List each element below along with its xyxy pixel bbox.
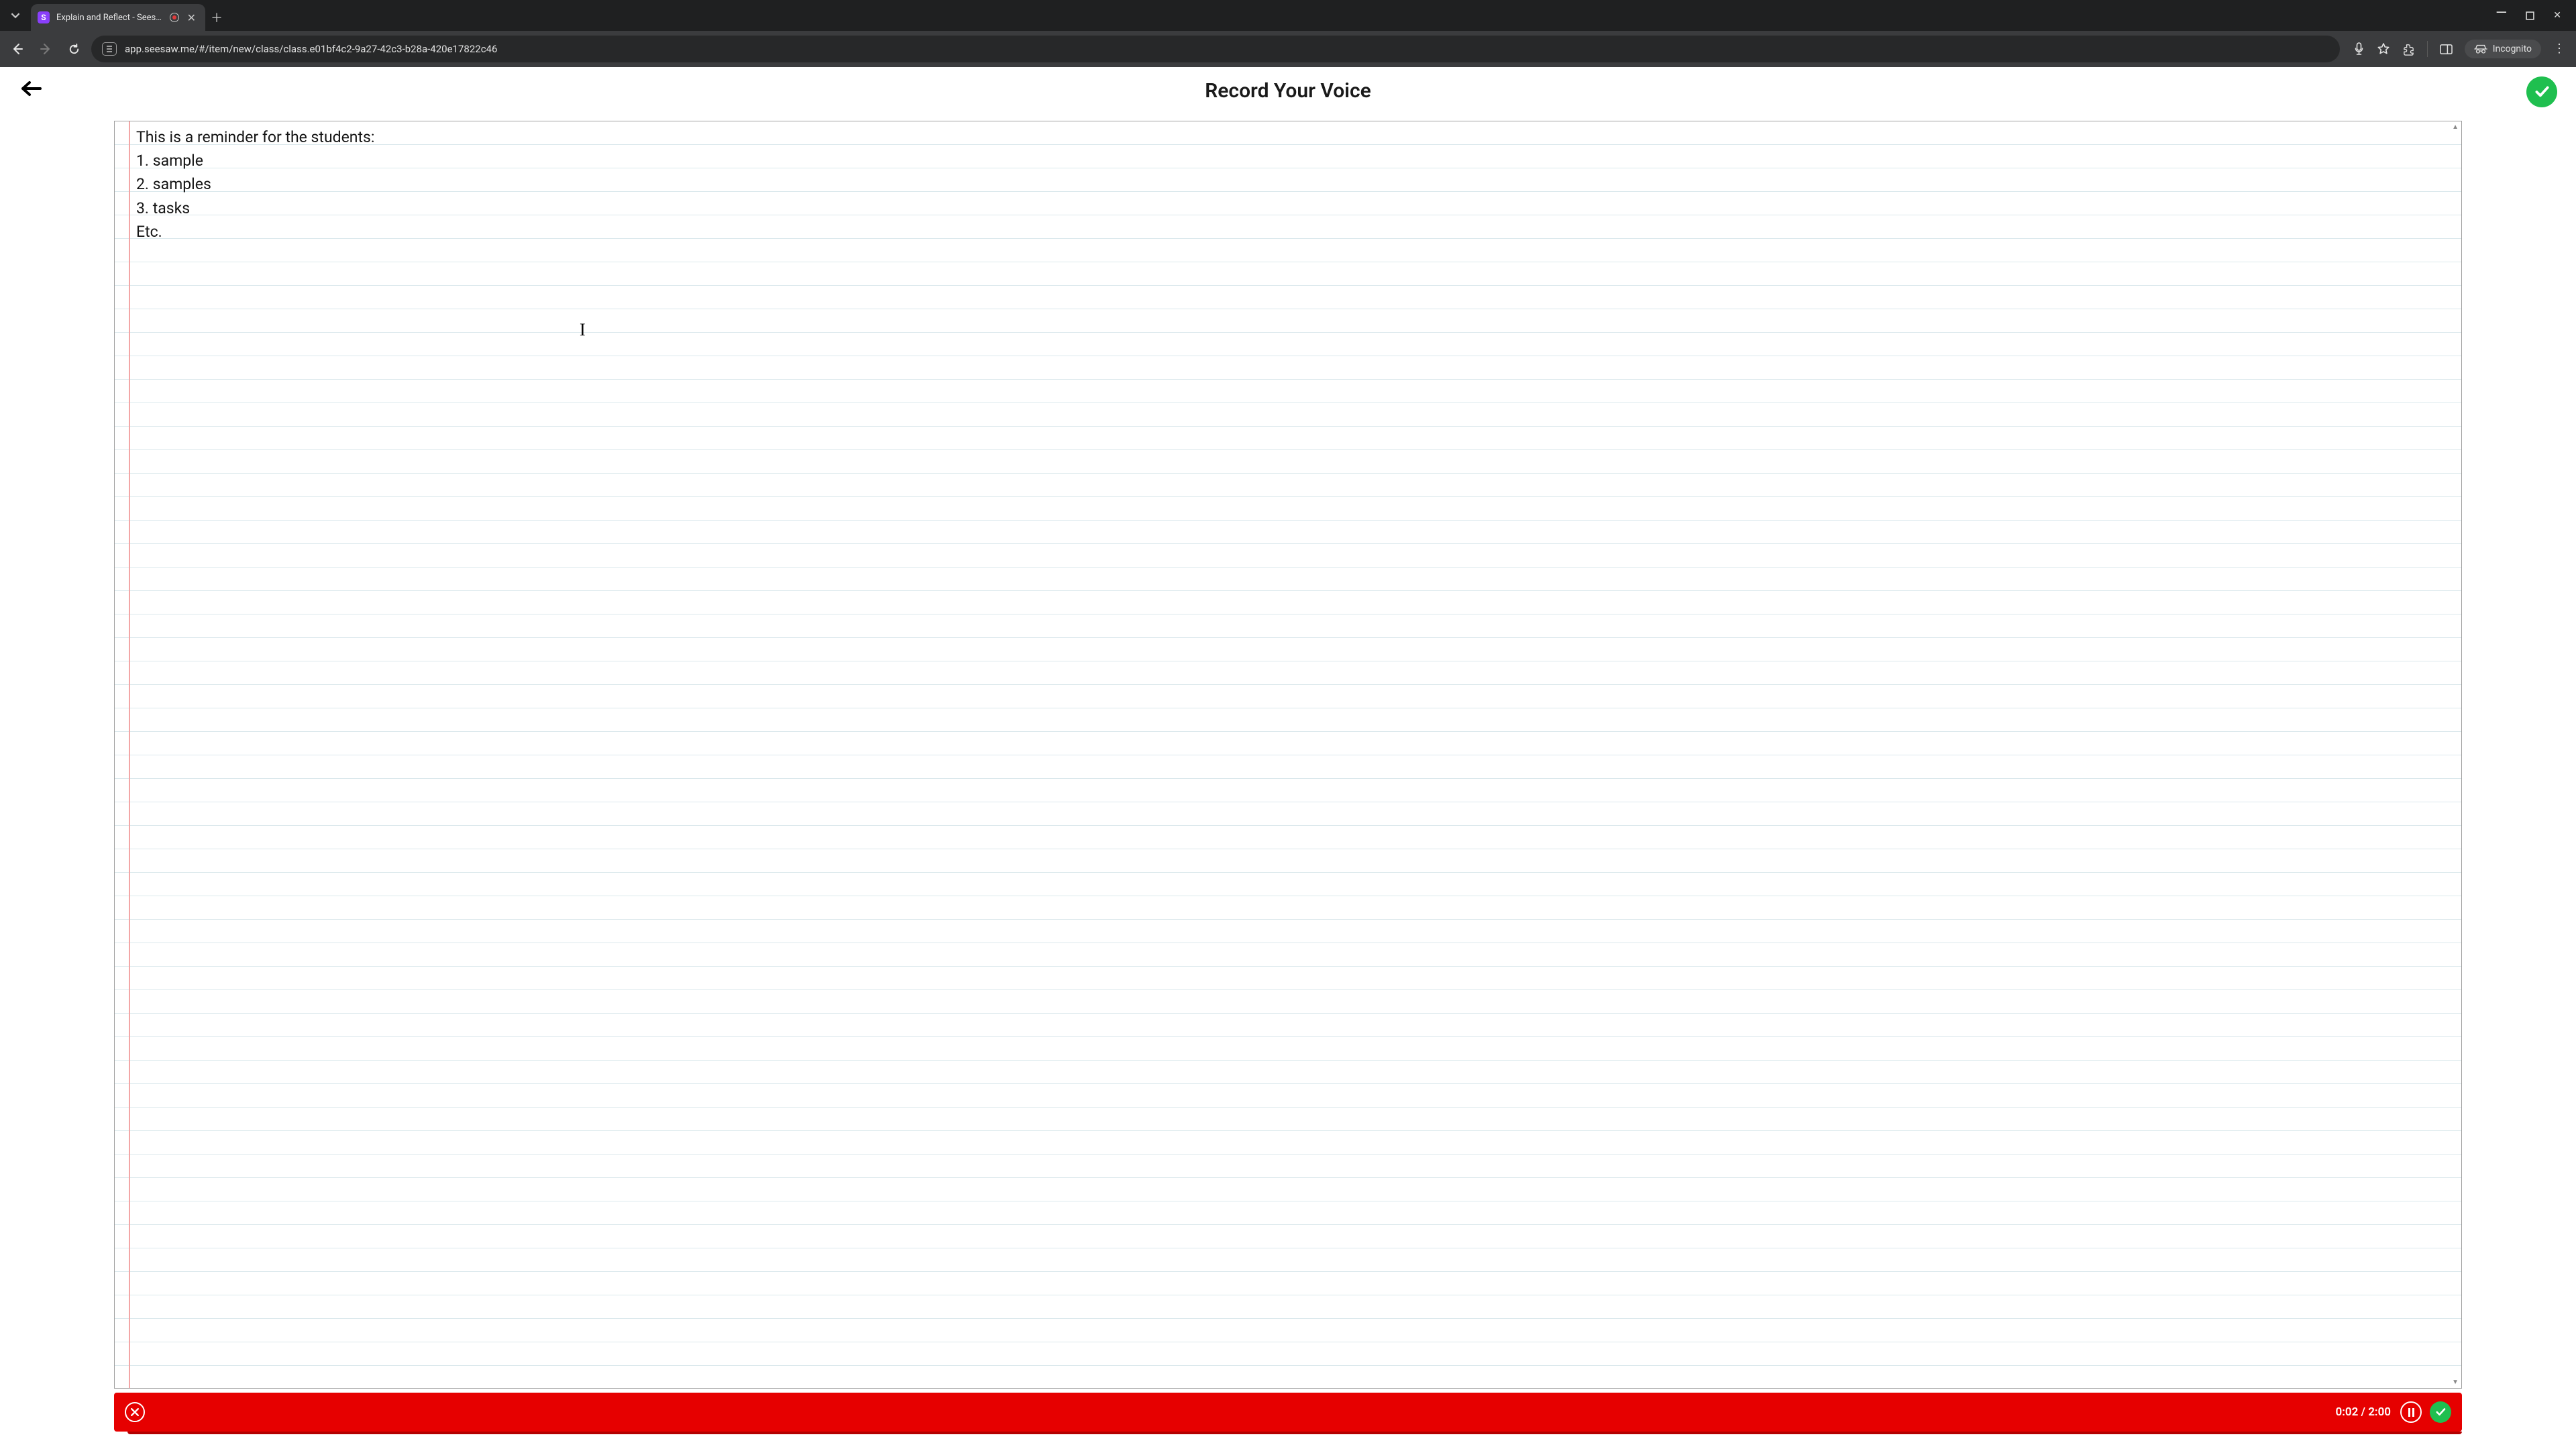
address-bar[interactable]: app.seesaw.me/#/item/new/class/class.e01…	[91, 36, 2340, 62]
extensions-icon[interactable]	[2402, 43, 2415, 56]
check-icon	[2434, 1406, 2447, 1418]
recording-timer: 0:02 / 2:00	[2336, 1405, 2391, 1419]
side-panel-icon[interactable]	[2440, 44, 2453, 55]
site-info-icon[interactable]	[102, 42, 117, 56]
ruled-lines	[115, 121, 2461, 1388]
reload-button[interactable]	[63, 38, 85, 60]
bookmark-star-icon[interactable]	[2377, 42, 2390, 56]
confirm-button[interactable]	[2526, 76, 2557, 107]
new-tab-button[interactable]: ＋	[205, 4, 228, 31]
browser-toolbar: app.seesaw.me/#/item/new/class/class.e01…	[0, 31, 2576, 67]
tab-search-dropdown[interactable]	[0, 0, 31, 31]
scroll-down-icon[interactable]: ▼	[2452, 1379, 2459, 1386]
finish-recording-button[interactable]	[2430, 1401, 2451, 1423]
browser-titlebar: S Explain and Reflect - Seesaw ✕ ＋ — ✕	[0, 0, 2576, 31]
close-window-button[interactable]: ✕	[2553, 10, 2561, 21]
window-controls: — ✕	[2489, 0, 2576, 31]
pause-recording-button[interactable]	[2400, 1401, 2422, 1423]
seesaw-app: Record Your Voice This is a reminder for…	[0, 67, 2576, 1449]
incognito-icon	[2474, 44, 2487, 54]
text-cursor-icon: I	[580, 320, 586, 340]
recording-bar: 0:02 / 2:00	[114, 1393, 2462, 1432]
pause-icon	[2408, 1408, 2410, 1417]
chrome-menu-button[interactable]: ⋮	[2553, 43, 2565, 55]
favicon-icon: S	[38, 11, 50, 23]
app-back-button[interactable]	[20, 79, 42, 98]
maximize-window-button[interactable]	[2526, 11, 2534, 20]
toolbar-divider	[2427, 41, 2428, 57]
browser-tab[interactable]: S Explain and Reflect - Seesaw ✕	[31, 4, 205, 31]
app-header: Record Your Voice	[0, 67, 2576, 114]
incognito-badge[interactable]: Incognito	[2465, 40, 2541, 58]
cancel-recording-button[interactable]	[125, 1402, 145, 1422]
recording-indicator-icon	[170, 13, 179, 22]
note-canvas[interactable]: This is a reminder for the students:1. s…	[114, 121, 2462, 1389]
minimize-window-button[interactable]: —	[2496, 5, 2507, 21]
scroll-up-icon[interactable]: ▲	[2452, 123, 2459, 131]
tab-title: Explain and Reflect - Seesaw	[56, 13, 163, 23]
voice-search-icon[interactable]	[2353, 42, 2365, 56]
close-tab-button[interactable]: ✕	[186, 11, 197, 24]
url-text: app.seesaw.me/#/item/new/class/class.e01…	[125, 43, 2329, 55]
back-button[interactable]	[7, 38, 28, 60]
incognito-label: Incognito	[2493, 44, 2532, 54]
page-title: Record Your Voice	[1205, 79, 1371, 103]
note-text[interactable]: This is a reminder for the students:1. s…	[136, 125, 2449, 244]
check-icon	[2533, 83, 2551, 101]
close-icon	[131, 1408, 139, 1416]
forward-button[interactable]	[35, 38, 56, 60]
